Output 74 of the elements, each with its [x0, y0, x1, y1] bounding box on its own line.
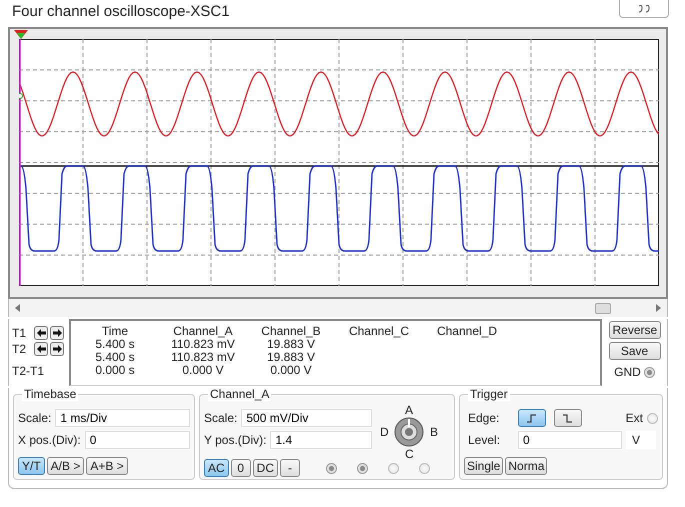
- table-cell-text: 19.883 V: [266, 337, 316, 350]
- field-label: Level:: [467, 433, 502, 447]
- scroll-left-icon[interactable]: [15, 304, 21, 312]
- window-title: Four channel oscilloscope-XSC1: [12, 3, 230, 20]
- mode-button[interactable]: A/B >: [46, 457, 84, 475]
- channel-radio[interactable]: [388, 462, 400, 474]
- column-header: Channel_A: [172, 324, 234, 336]
- gnd-radio[interactable]: [644, 366, 655, 378]
- coupling-button[interactable]: 0: [230, 459, 251, 477]
- side-button[interactable]: Reverse: [608, 321, 660, 339]
- column-header: Channel_C: [348, 324, 410, 336]
- side-button[interactable]: Save: [608, 342, 660, 360]
- knob-label: B: [430, 425, 438, 439]
- cursor-label: T2: [12, 342, 28, 356]
- coupling-button[interactable]: DC: [252, 459, 278, 477]
- field-label: Edge:: [467, 411, 500, 425]
- unit-label: V: [626, 431, 656, 449]
- gnd-label: GND: [614, 365, 641, 379]
- channel-radio[interactable]: [419, 462, 430, 474]
- mode-button[interactable]: Y/T: [18, 457, 45, 475]
- input-field[interactable]: 1.4: [270, 431, 372, 449]
- cursor-label: T2-T1: [12, 364, 44, 378]
- table-cell-text: 0.000 V: [181, 363, 225, 376]
- level-input-field[interactable]: 0: [518, 431, 622, 449]
- column-header: Channel_B: [260, 324, 322, 336]
- field-label: Scale:: [204, 411, 238, 425]
- restore-icon: [637, 4, 651, 14]
- column-header: Channel_D: [436, 324, 498, 336]
- panel-title: Trigger: [468, 387, 510, 401]
- edge-button[interactable]: [554, 409, 582, 427]
- table-cell-text: 0.000 V: [269, 363, 313, 376]
- channel-radio[interactable]: [357, 462, 368, 474]
- horizontal-scrollbar[interactable]: [8, 299, 668, 317]
- restore-button[interactable]: [619, 0, 669, 18]
- coupling-button[interactable]: -: [280, 459, 300, 477]
- cursor-label: T1: [12, 326, 28, 340]
- column-header: Time: [100, 324, 130, 336]
- scrollbar-thumb[interactable]: [595, 303, 611, 314]
- trigger-mode-button[interactable]: Single: [464, 457, 504, 475]
- input-field[interactable]: 500 mV/Div: [241, 409, 372, 427]
- ext-label: Ext: [626, 411, 643, 425]
- field-label: X pos.(Div):: [18, 433, 81, 447]
- channel-marker-icon: [19, 93, 23, 99]
- scroll-right-icon[interactable]: [655, 304, 661, 312]
- edge-button[interactable]: [518, 409, 546, 427]
- panel-title: Channel_A: [208, 387, 272, 401]
- falling-edge-icon: [563, 414, 573, 422]
- table-cell-text: 110.823 mV: [170, 350, 236, 363]
- input-field[interactable]: 1 ms/Div: [55, 409, 190, 427]
- field-label: Scale:: [18, 411, 52, 425]
- knob-label: D: [380, 425, 389, 439]
- field-label: Y pos.(Div):: [204, 433, 266, 447]
- channel-radio[interactable]: [326, 462, 338, 474]
- rising-edge-icon: [527, 414, 537, 422]
- table-cell-text: 5.400 s: [94, 350, 136, 363]
- cursor-right-button[interactable]: [50, 342, 64, 356]
- cursor-left-button[interactable]: [34, 326, 48, 340]
- mode-button[interactable]: A+B >: [86, 457, 128, 475]
- cursor-marker-icon[interactable]: [14, 30, 28, 40]
- knob-label: A: [405, 403, 414, 417]
- table-cell-text: 5.400 s: [94, 337, 136, 350]
- channel-knob[interactable]: [394, 417, 424, 447]
- coupling-button[interactable]: AC: [204, 459, 229, 477]
- ext-radio[interactable]: [647, 412, 658, 424]
- knob-label: C: [405, 447, 414, 461]
- trigger-mode-button[interactable]: Norma: [505, 457, 548, 475]
- table-cell-text: 0.000 s: [94, 363, 136, 376]
- panel-title: Timebase: [22, 387, 78, 401]
- input-field[interactable]: 0: [84, 431, 190, 449]
- table-cell-text: 19.883 V: [266, 350, 316, 363]
- cursor-right-button[interactable]: [50, 326, 64, 340]
- table-cell-text: 110.823 mV: [170, 337, 236, 350]
- cursor-line[interactable]: [19, 39, 21, 286]
- cursor-left-button[interactable]: [34, 342, 48, 356]
